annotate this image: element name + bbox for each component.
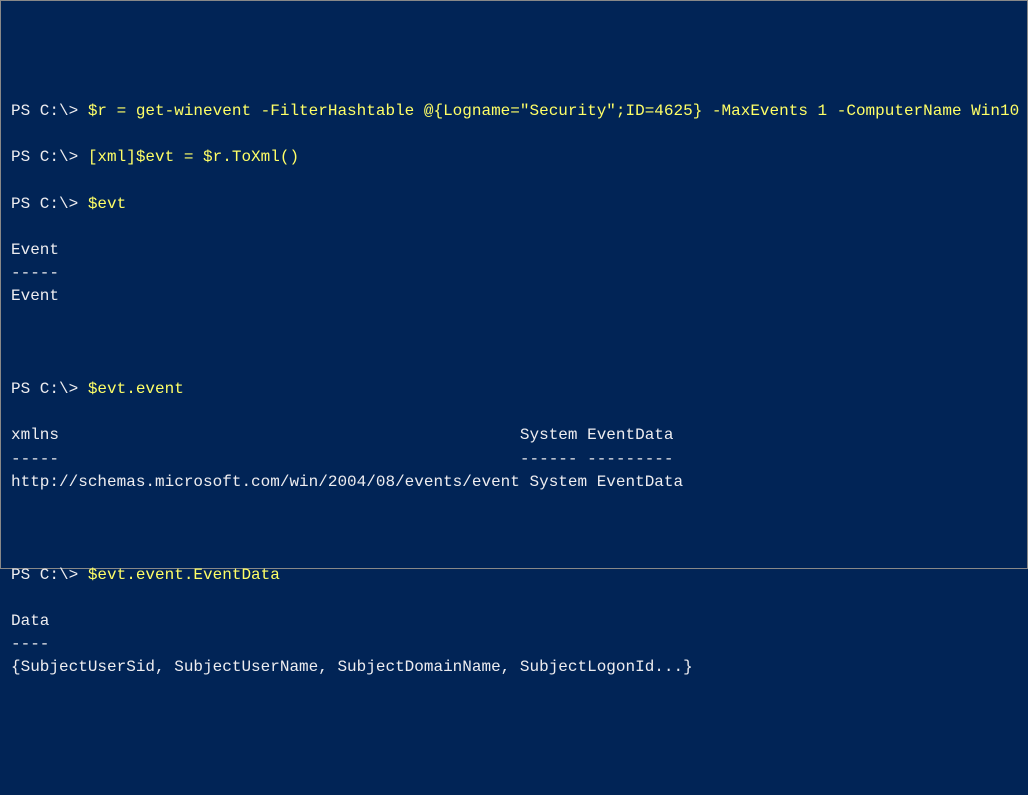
output-line: http://schemas.microsoft.com/win/2004/08… — [11, 471, 1017, 494]
command-text: $evt — [88, 195, 126, 213]
command-text: $evt.event — [88, 380, 184, 398]
prompt: PS C:\> — [11, 148, 88, 166]
terminal-line — [11, 494, 1017, 517]
prompt: PS C:\> — [11, 102, 88, 120]
terminal-line — [11, 401, 1017, 424]
terminal-line: PS C:\> $evt.event — [11, 378, 1017, 401]
prompt: PS C:\> — [11, 380, 88, 398]
terminal-line: PS C:\> [xml]$evt = $r.ToXml() — [11, 146, 1017, 169]
terminal-line — [11, 540, 1017, 563]
output-line: Event — [11, 239, 1017, 262]
prompt: PS C:\> — [11, 195, 88, 213]
output-line: ----- ------ --------- — [11, 448, 1017, 471]
terminal-line — [11, 355, 1017, 378]
output-line: {SubjectUserSid, SubjectUserName, Subjec… — [11, 656, 1017, 679]
command-text: [xml]$evt = $r.ToXml() — [88, 148, 299, 166]
output-line: Data — [11, 610, 1017, 633]
command-text: $r = get-winevent -FilterHashtable @{Log… — [88, 102, 1019, 120]
prompt: PS C:\> — [11, 566, 88, 584]
terminal-line — [11, 123, 1017, 146]
output-line: xmlns System EventData — [11, 424, 1017, 447]
terminal-line — [11, 216, 1017, 239]
terminal-line: PS C:\> $evt — [11, 193, 1017, 216]
terminal-line: PS C:\> $evt.event.EventData — [11, 564, 1017, 587]
terminal-line — [11, 587, 1017, 610]
powershell-terminal[interactable]: PS C:\> $r = get-winevent -FilterHashtab… — [11, 100, 1017, 680]
terminal-line: PS C:\> $r = get-winevent -FilterHashtab… — [11, 100, 1017, 123]
output-line: Event — [11, 285, 1017, 308]
terminal-line — [11, 308, 1017, 331]
terminal-line — [11, 169, 1017, 192]
command-text: $evt.event.EventData — [88, 566, 280, 584]
output-line: ----- — [11, 262, 1017, 285]
terminal-line — [11, 517, 1017, 540]
output-line: ---- — [11, 633, 1017, 656]
terminal-line — [11, 332, 1017, 355]
